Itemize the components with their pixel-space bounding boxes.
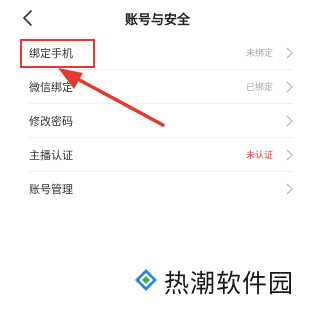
- chevron-right-icon: [286, 115, 293, 127]
- row-account-manage[interactable]: 账号管理: [0, 172, 315, 206]
- row-status: 已绑定: [245, 83, 273, 93]
- row-label: 微信绑定: [29, 81, 73, 94]
- diamond-logo-icon: [135, 269, 157, 291]
- row-status: 未绑定: [245, 49, 273, 59]
- row-streamer-verify[interactable]: 主播认证 未认证: [0, 138, 315, 172]
- row-status-alert: 未认证: [245, 151, 273, 161]
- page-title: 账号与安全: [124, 13, 190, 28]
- chevron-right-icon: [286, 81, 293, 93]
- row-label: 修改密码: [29, 115, 73, 128]
- chevron-right-icon: [286, 149, 293, 161]
- top-bar: 账号与安全: [0, 0, 315, 36]
- row-label: 账号管理: [29, 183, 73, 196]
- chevron-right-icon: [286, 183, 293, 195]
- chevron-right-icon: [286, 47, 293, 59]
- watermark-text: 热潮软件园: [164, 269, 295, 298]
- row-wechat-bind[interactable]: 微信绑定 已绑定: [0, 70, 315, 104]
- annotation-highlight-box: [20, 39, 95, 68]
- watermark: 热潮软件园: [134, 263, 304, 303]
- row-change-password[interactable]: 修改密码: [0, 104, 315, 138]
- row-label: 主播认证: [29, 149, 73, 162]
